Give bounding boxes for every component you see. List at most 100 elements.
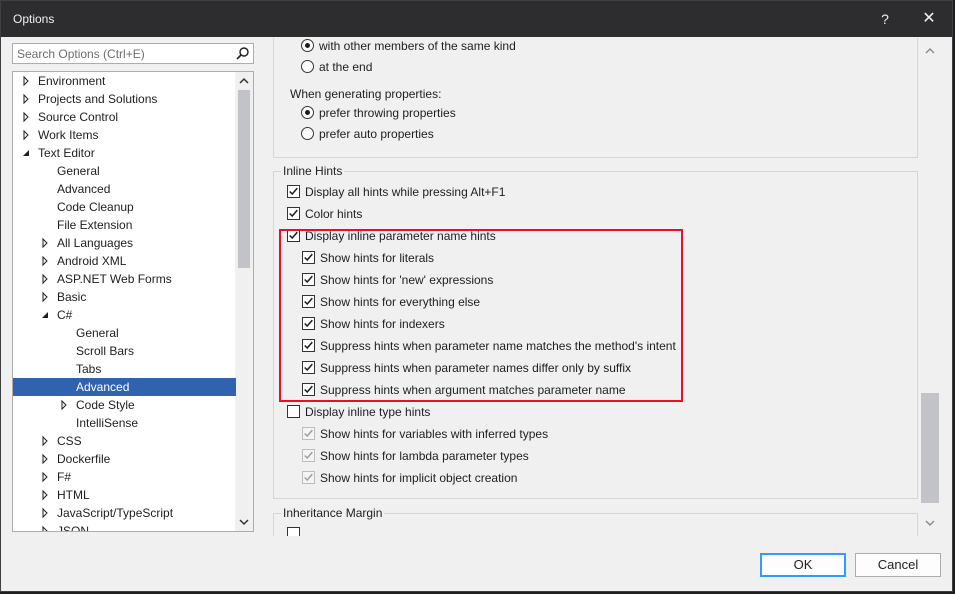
checkmark-icon [304,429,313,438]
tree-item-label: Projects and Solutions [38,92,158,106]
settings-scrollbar[interactable] [921,38,939,536]
tree-item[interactable]: F# [13,468,236,486]
tree-item-label: Code Style [76,398,135,412]
collapsed-arrow-icon[interactable] [40,288,52,306]
hint-option-label: Show hints for variables with inferred t… [320,427,549,441]
cancel-button[interactable]: Cancel [855,553,941,577]
collapsed-arrow-icon[interactable] [40,522,52,532]
tree-item-label: Environment [38,74,106,88]
tree-item[interactable]: JSON [13,522,236,532]
tree-item-label: Advanced [76,380,130,394]
tree-item[interactable]: HTML [13,486,236,504]
collapsed-arrow-icon[interactable] [40,486,52,504]
tree-item-label: IntelliSense [76,416,139,430]
expanded-arrow-icon[interactable] [21,144,33,162]
tree-item[interactable]: General [13,324,236,342]
tree-item[interactable]: Work Items [13,126,236,144]
tree-item[interactable]: Basic [13,288,236,306]
tree-item[interactable]: General [13,162,236,180]
tree-scrollbar-thumb[interactable] [238,90,250,268]
search-icon[interactable] [235,46,250,61]
tree-item[interactable]: Dockerfile [13,450,236,468]
collapsed-arrow-icon[interactable] [21,108,33,126]
settings-scrollbar-thumb[interactable] [921,393,939,503]
close-button[interactable]: ✕ [911,5,947,33]
tree-item-label: Text Editor [38,146,95,160]
expanded-arrow-icon[interactable] [40,306,52,324]
title-bar[interactable]: Options ? ✕ [1,1,952,37]
tree-item[interactable]: Code Cleanup [13,198,236,216]
checkbox[interactable] [302,427,315,440]
ok-button[interactable]: OK [760,553,846,577]
scroll-down-arrow-icon[interactable] [921,514,939,532]
tree-item[interactable]: C# [13,306,236,324]
scroll-up-arrow-icon[interactable] [235,72,253,90]
tree-item[interactable]: CSS [13,432,236,450]
tree-item[interactable]: Text Editor [13,144,236,162]
checkbox[interactable] [302,471,315,484]
tree-item-label: JavaScript/TypeScript [57,506,174,520]
tree-item[interactable]: Android XML [13,252,236,270]
collapsed-arrow-icon[interactable] [40,270,52,288]
tree-item-label: Code Cleanup [57,200,134,214]
tree-item-label: General [57,164,100,178]
checkmark-icon [304,473,313,482]
options-dialog: Options ? ✕ Environment Projects and Solu… [0,0,953,592]
radio-button[interactable] [301,60,314,73]
checkmark-icon [289,209,298,218]
tree-item[interactable]: Code Style [13,396,236,414]
tree-scrollbar[interactable] [235,72,253,531]
checkbox[interactable] [287,405,300,418]
tree-item-label: Basic [57,290,87,304]
tree-item[interactable]: Advanced [13,378,236,396]
scroll-up-arrow-icon[interactable] [921,42,939,60]
collapsed-arrow-icon[interactable] [59,396,71,414]
collapsed-arrow-icon[interactable] [21,72,33,90]
tree-item[interactable]: Tabs [13,360,236,378]
collapsed-arrow-icon[interactable] [40,468,52,486]
radio-button[interactable] [301,106,314,119]
tree-item[interactable]: Source Control [13,108,236,126]
collapsed-arrow-icon[interactable] [40,252,52,270]
radio-button[interactable] [301,127,314,140]
inline-hints-header: Inline Hints [281,164,345,178]
checkbox[interactable] [287,185,300,198]
tree-item-label: CSS [57,434,82,448]
help-button[interactable]: ? [867,5,903,33]
tree-item[interactable]: Projects and Solutions [13,90,236,108]
tree-item[interactable]: Scroll Bars [13,342,236,360]
search-box[interactable] [12,43,254,64]
checkbox[interactable] [287,527,300,536]
tree-item[interactable]: IntelliSense [13,414,236,432]
tree-item-label: Advanced [57,182,111,196]
tree-item-label: All Languages [57,236,134,250]
tree-item[interactable]: JavaScript/TypeScript [13,504,236,522]
scroll-down-arrow-icon[interactable] [235,513,253,531]
collapsed-arrow-icon[interactable] [40,504,52,522]
checkbox[interactable] [302,449,315,462]
collapsed-arrow-icon[interactable] [40,234,52,252]
collapsed-arrow-icon[interactable] [21,90,33,108]
collapsed-arrow-icon[interactable] [21,126,33,144]
tree-item-label: Scroll Bars [76,344,135,358]
radio-button[interactable] [301,39,314,52]
tree-item[interactable]: All Languages [13,234,236,252]
tree-item[interactable]: ASP.NET Web Forms [13,270,236,288]
options-tree: Environment Projects and Solutions Source … [12,71,254,532]
settings-panel: with other members of the same kind at t… [267,38,925,536]
generating-properties-label: When generating properties: [290,87,442,101]
checkbox[interactable] [287,207,300,220]
collapsed-arrow-icon[interactable] [40,450,52,468]
tree-item[interactable]: File Extension [13,216,236,234]
tree-item[interactable]: Environment [13,72,236,90]
highlight-box [279,229,683,402]
checkmark-icon [289,187,298,196]
collapsed-arrow-icon[interactable] [40,432,52,450]
tree-item-label: JSON [57,524,90,532]
search-input[interactable] [13,44,233,63]
tree-item-label: C# [57,308,73,322]
hint-option-label: Display inline type hints [305,405,431,419]
tree-item-label: HTML [57,488,90,502]
tree-item[interactable]: Advanced [13,180,236,198]
tree-item-label: Dockerfile [57,452,111,466]
